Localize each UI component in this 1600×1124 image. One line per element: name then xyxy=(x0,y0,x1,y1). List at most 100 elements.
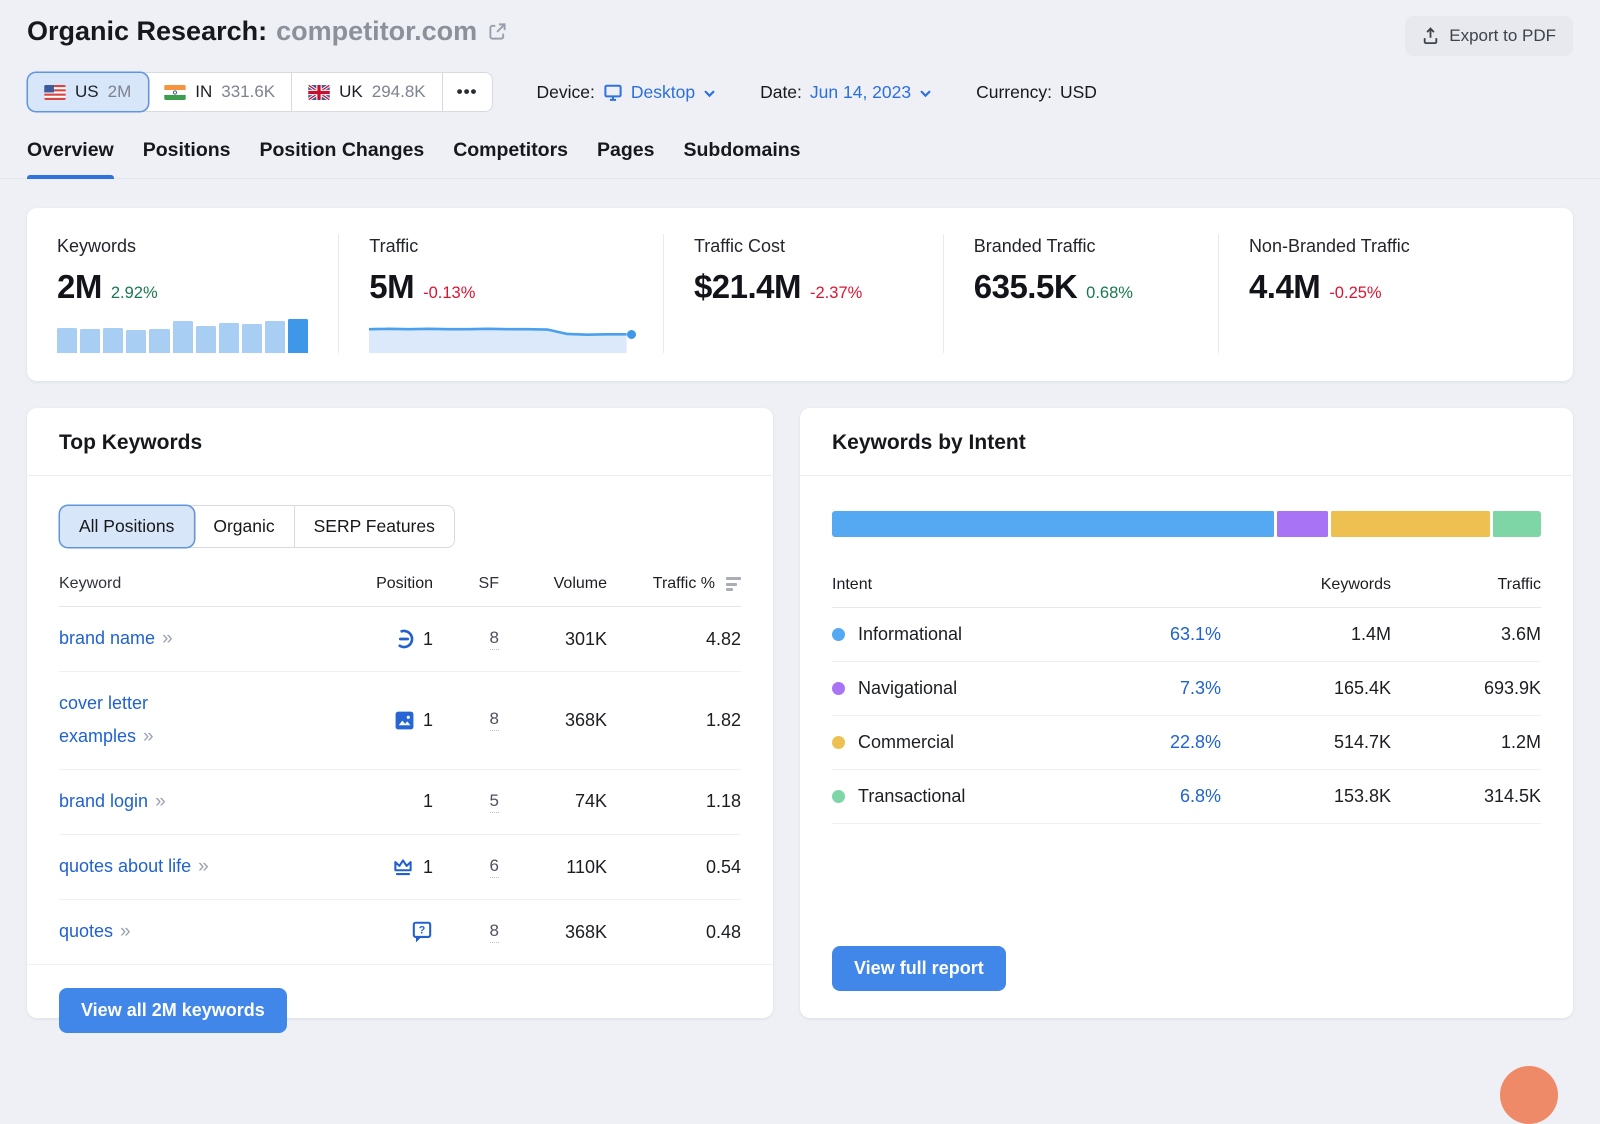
bar xyxy=(57,328,77,353)
sf-value[interactable]: 8 xyxy=(490,709,499,731)
col-sf: SF xyxy=(433,575,499,593)
metric-value: 635.5K xyxy=(974,268,1077,306)
tab-competitors[interactable]: Competitors xyxy=(453,139,568,178)
tab-subdomains[interactable]: Subdomains xyxy=(683,139,800,178)
volume-value: 368K xyxy=(499,922,607,943)
col-traffic-pct: Traffic % xyxy=(607,575,741,593)
more-countries-button[interactable]: ••• xyxy=(443,73,492,111)
flag-in-icon xyxy=(164,85,186,100)
svg-text:?: ? xyxy=(419,925,426,937)
metric-branded-traffic: Branded Traffic635.5K0.68% xyxy=(944,234,1219,353)
intent-percent-link[interactable]: 7.3% xyxy=(1180,678,1221,698)
view-full-report-button[interactable]: View full report xyxy=(832,946,1006,991)
metric-non-branded-traffic: Non-Branded Traffic4.4M-0.25% xyxy=(1219,234,1573,353)
intent-color-dot xyxy=(832,790,845,803)
top-keywords-panel: Top Keywords All PositionsOrganicSERP Fe… xyxy=(27,408,773,1018)
flag-us-icon xyxy=(44,85,66,100)
bar xyxy=(80,329,100,353)
question-icon: ? xyxy=(411,920,433,944)
keyword-expand-icon[interactable]: » xyxy=(198,856,208,877)
intent-percent-link[interactable]: 63.1% xyxy=(1170,624,1221,644)
keyword-cell: cover letter examples» xyxy=(59,687,333,754)
keyword-expand-icon[interactable]: » xyxy=(155,791,165,812)
country-tab-in[interactable]: IN331.6K xyxy=(148,73,292,111)
segment-all-positions[interactable]: All Positions xyxy=(60,506,194,547)
sf-value[interactable]: 6 xyxy=(490,856,499,878)
sf-cell: 8 xyxy=(433,709,499,731)
country-tabs: US 2M IN331.6KUK294.8K••• xyxy=(27,72,493,112)
keyword-expand-icon[interactable]: » xyxy=(162,628,172,649)
intent-percent-cell: 63.1% xyxy=(1101,624,1221,645)
bar xyxy=(196,326,216,353)
sf-cell: 6 xyxy=(433,856,499,878)
position-value: 1 xyxy=(423,629,433,650)
table-row: quotes»?8368K0.48 xyxy=(59,900,741,964)
keyword-link[interactable]: brand name» xyxy=(59,622,172,656)
keyword-cell: brand login» xyxy=(59,785,333,819)
intent-stacked-bar xyxy=(832,511,1541,537)
country-traffic-value: 2M xyxy=(108,82,132,102)
chevron-down-icon[interactable] xyxy=(919,87,932,100)
intent-keywords-value: 1.4M xyxy=(1221,624,1391,645)
col-percent-spacer xyxy=(1101,576,1221,594)
report-tabs: Overview Positions Position Changes Competi… xyxy=(27,139,1573,178)
keyword-expand-icon[interactable]: » xyxy=(120,921,130,942)
device-filter: Device: Desktop xyxy=(537,82,717,103)
country-tab-uk[interactable]: UK294.8K xyxy=(292,73,443,111)
export-pdf-button[interactable]: Export to PDF xyxy=(1405,16,1573,56)
tab-overview[interactable]: Overview xyxy=(27,139,114,178)
keyword-link[interactable]: quotes about life» xyxy=(59,850,208,884)
table-row: brand name»18301K4.82 xyxy=(59,607,741,672)
keyword-cell: brand name» xyxy=(59,622,333,656)
keyword-link[interactable]: quotes» xyxy=(59,915,130,949)
tab-pages[interactable]: Pages xyxy=(597,139,654,178)
sf-value[interactable]: 8 xyxy=(490,628,499,650)
metric-traffic: Traffic5M-0.13% xyxy=(339,234,664,353)
country-code: US xyxy=(75,82,99,102)
keyword-cell: quotes about life» xyxy=(59,850,333,884)
intent-segment-commercial xyxy=(1331,511,1491,537)
tab-positions[interactable]: Positions xyxy=(143,139,231,178)
volume-value: 368K xyxy=(499,710,607,731)
link-icon xyxy=(393,628,415,650)
col-keywords: Keywords xyxy=(1221,576,1391,594)
volume-value: 110K xyxy=(499,857,607,878)
tab-position-changes[interactable]: Position Changes xyxy=(260,139,425,178)
report-tabs-strip: Overview Positions Position Changes Competi… xyxy=(0,139,1600,179)
metric-value-row: 635.5K0.68% xyxy=(974,268,1188,306)
help-widget[interactable] xyxy=(1500,1066,1558,1124)
keyword-link[interactable]: cover letter examples» xyxy=(59,687,237,754)
keyword-link[interactable]: brand login» xyxy=(59,785,165,819)
metrics-summary-card: Keywords2M2.92%Traffic5M-0.13%Traffic Co… xyxy=(27,208,1573,381)
keyword-expand-icon[interactable]: » xyxy=(143,726,153,747)
segment-organic[interactable]: Organic xyxy=(194,506,294,547)
position-value: 1 xyxy=(423,710,433,731)
country-code: UK xyxy=(339,82,363,102)
sf-value[interactable]: 8 xyxy=(490,921,499,943)
sf-value[interactable]: 5 xyxy=(490,791,499,813)
col-traffic: Traffic xyxy=(1391,576,1541,594)
bar xyxy=(265,321,285,353)
currency-value: USD xyxy=(1060,82,1097,103)
intent-traffic-value: 314.5K xyxy=(1391,786,1541,807)
metric-label: Traffic Cost xyxy=(694,236,913,257)
intent-cell: Transactional xyxy=(832,786,1101,807)
intent-percent-link[interactable]: 22.8% xyxy=(1170,732,1221,752)
mini-bar-chart xyxy=(57,319,308,353)
bar xyxy=(103,328,123,353)
device-value[interactable]: Desktop xyxy=(631,82,695,103)
table-row: brand login»1574K1.18 xyxy=(59,770,741,835)
date-value[interactable]: Jun 14, 2023 xyxy=(810,82,911,103)
country-tab-us[interactable]: US 2M xyxy=(28,73,148,111)
sf-cell: 5 xyxy=(433,791,499,813)
external-link-icon[interactable] xyxy=(488,22,507,41)
metric-label: Non-Branded Traffic xyxy=(1249,236,1543,257)
intent-percent-link[interactable]: 6.8% xyxy=(1180,786,1221,806)
sort-descending-icon[interactable] xyxy=(726,577,741,591)
segment-serp-features[interactable]: SERP Features xyxy=(295,506,454,547)
metric-delta: -0.13% xyxy=(423,284,475,303)
intent-color-dot xyxy=(832,682,845,695)
intent-traffic-value: 1.2M xyxy=(1391,732,1541,753)
chevron-down-icon[interactable] xyxy=(703,87,716,100)
view-all-keywords-button[interactable]: View all 2M keywords xyxy=(59,988,287,1033)
